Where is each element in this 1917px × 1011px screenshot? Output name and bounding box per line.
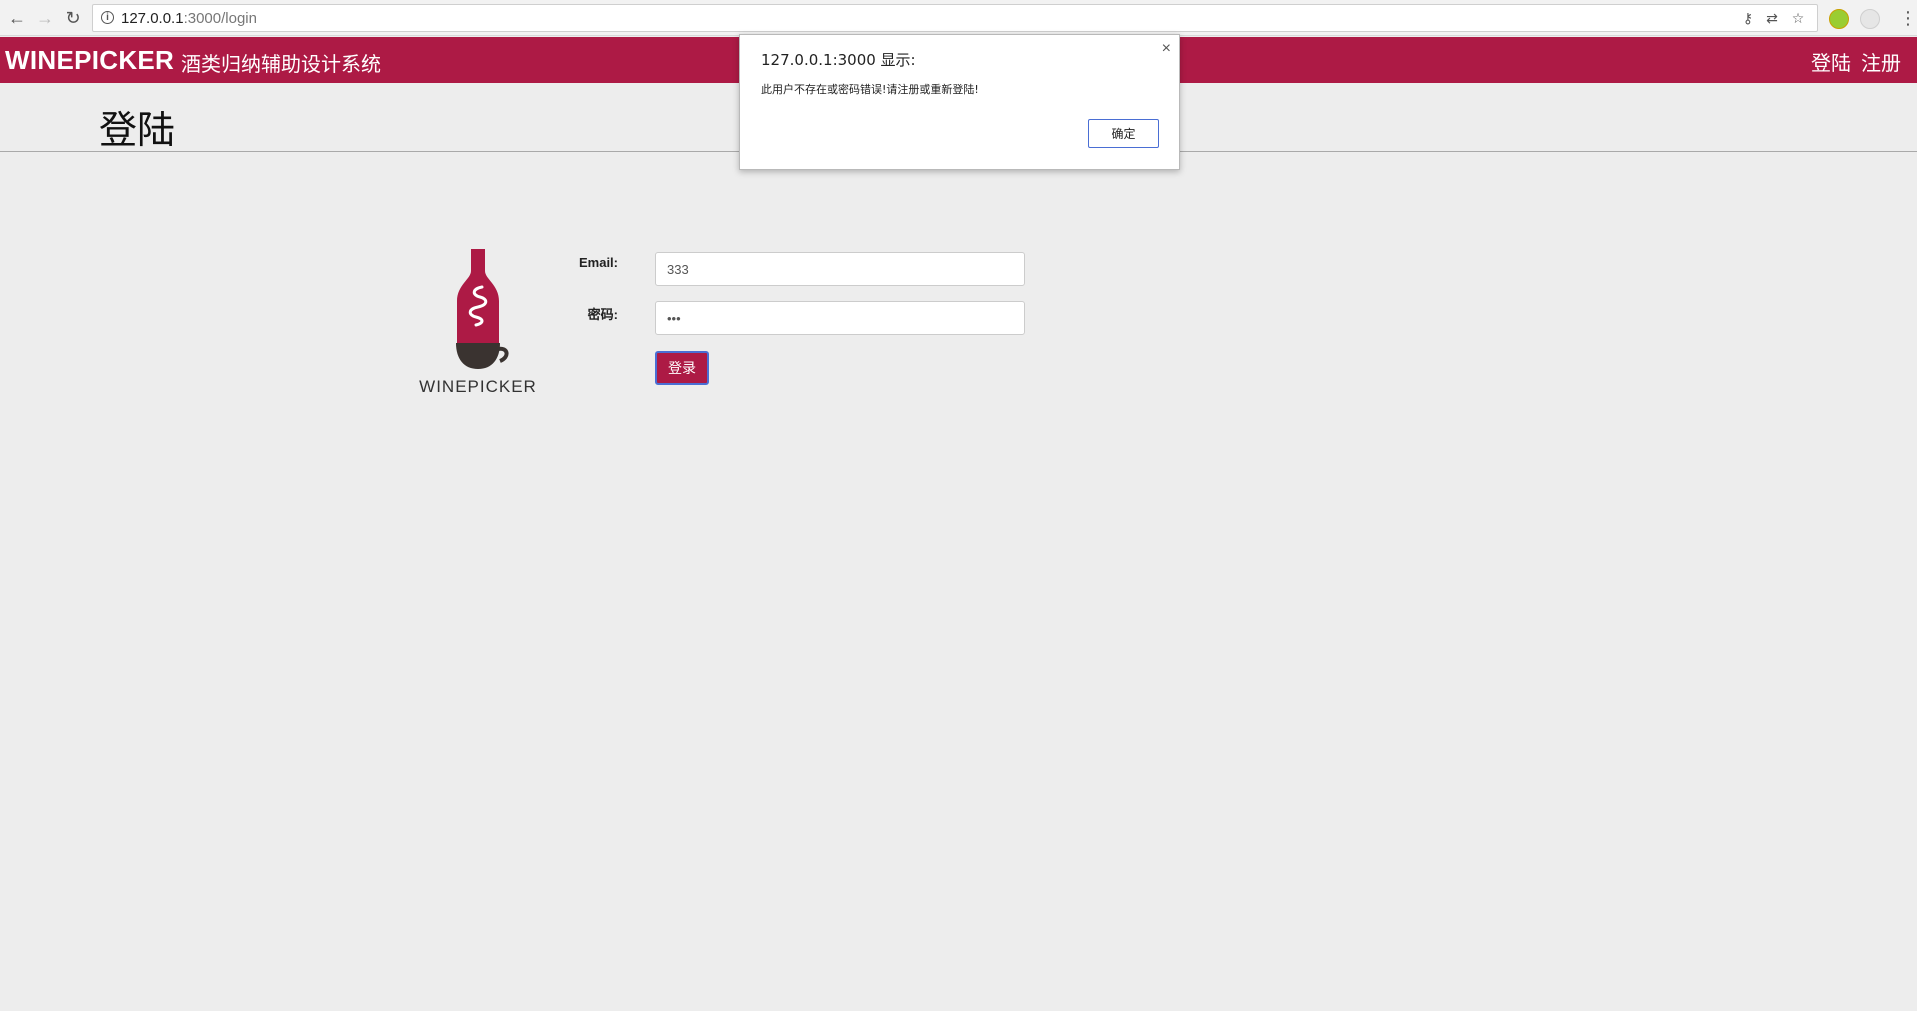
email-label: Email:: [578, 255, 618, 270]
url-host: 127.0.0.1: [121, 10, 184, 27]
key-icon[interactable]: ⚷: [1739, 9, 1757, 27]
extension-icon[interactable]: [1829, 9, 1849, 29]
wine-bottle-cup-icon: [456, 249, 509, 369]
extension-icon-2[interactable]: [1860, 9, 1880, 29]
logo-text: WINEPICKER: [419, 377, 537, 396]
info-icon[interactable]: i: [101, 11, 114, 24]
password-label: 密码:: [587, 307, 618, 322]
login-button[interactable]: 登录: [655, 351, 709, 385]
url-path: :3000/login: [183, 10, 257, 27]
back-icon[interactable]: ←: [4, 5, 30, 31]
close-icon[interactable]: ×: [1162, 41, 1171, 57]
reload-icon[interactable]: ↻: [60, 5, 86, 31]
brand-logo[interactable]: WINEPICKER: [5, 45, 174, 76]
alert-title: 127.0.0.1:3000 显示:: [761, 51, 916, 69]
alert-dialog: 127.0.0.1:3000 显示: × 此用户不存在或密码错误!请注册或重新登…: [739, 34, 1180, 170]
translate-icon[interactable]: ⇄: [1763, 9, 1781, 27]
winepicker-logo: WINEPICKER: [410, 245, 546, 400]
page-title: 登陆: [99, 110, 176, 152]
alert-ok-button[interactable]: 确定: [1088, 119, 1159, 148]
browser-toolbar: ← → ↻ i 127.0.0.1:3000/login ⚷ ⇄ ☆ ⋮: [0, 0, 1917, 36]
address-bar[interactable]: i 127.0.0.1:3000/login ⚷ ⇄ ☆: [92, 4, 1818, 32]
url-text[interactable]: 127.0.0.1:3000/login: [121, 10, 257, 27]
browser-menu-icon[interactable]: ⋮: [1899, 6, 1917, 30]
forward-icon[interactable]: →: [32, 5, 58, 31]
password-field[interactable]: [655, 301, 1025, 335]
email-field[interactable]: [655, 252, 1025, 286]
nav-login-link[interactable]: 登陆: [1811, 47, 1851, 76]
nav-links: 登陆 注册: [1811, 47, 1901, 76]
alert-message: 此用户不存在或密码错误!请注册或重新登陆!: [761, 83, 979, 96]
star-icon[interactable]: ☆: [1789, 9, 1807, 27]
site-subtitle: 酒类归纳辅助设计系统: [181, 54, 381, 76]
nav-register-link[interactable]: 注册: [1861, 47, 1901, 76]
